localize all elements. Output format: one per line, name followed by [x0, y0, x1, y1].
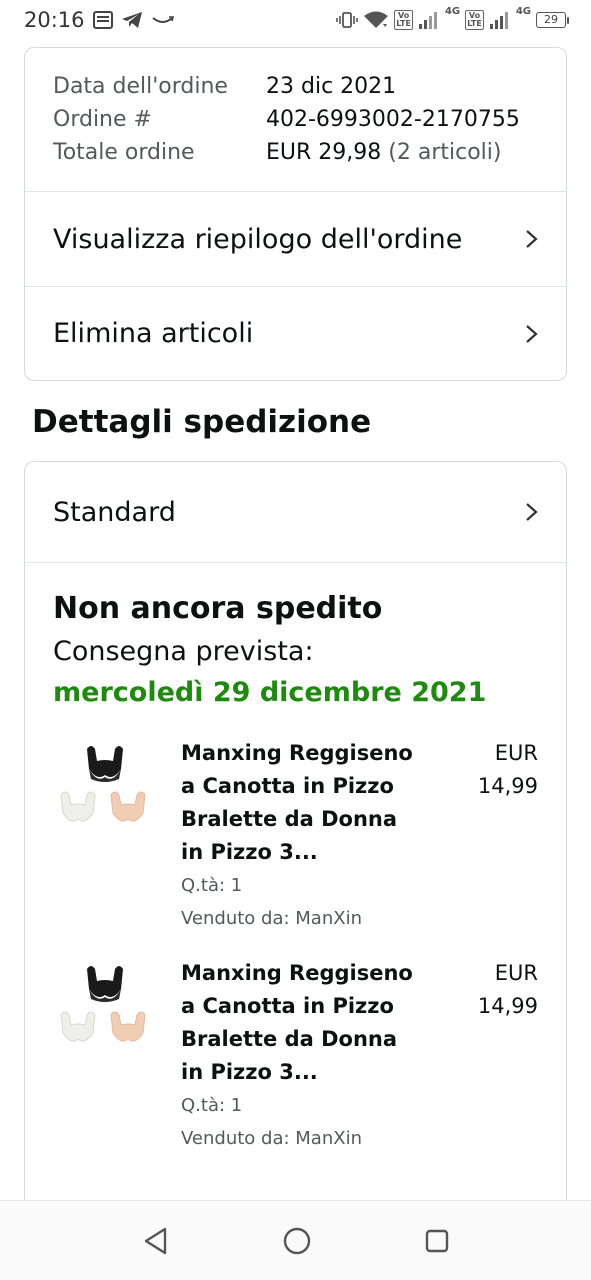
order-card: Data dell'ordine 23 dic 2021 Ordine # 40… — [24, 47, 567, 381]
order-total-row: Totale ordine EUR 29,98 (2 articoli) — [53, 136, 538, 169]
shipping-card: Standard Non ancora spedito Consegna pre… — [24, 461, 567, 1221]
wifi-icon — [364, 11, 389, 28]
4g-icon-2: 4G — [515, 6, 531, 17]
item-details: Manxing Reggiseno a Canotta in Pizzo Bra… — [181, 957, 421, 1155]
order-date-value: 23 dic 2021 — [266, 74, 397, 99]
order-total-label: Totale ordine — [53, 140, 195, 165]
volte-icon-2: Vo LTE — [465, 10, 484, 30]
item-title[interactable]: Manxing Reggiseno a Canotta in Pizzo Bra… — [181, 737, 421, 869]
item-title[interactable]: Manxing Reggiseno a Canotta in Pizzo Bra… — [181, 957, 421, 1089]
shipping-method-link[interactable]: Standard — [25, 462, 566, 563]
status-time: 20:16 — [24, 8, 85, 32]
shipping-details-title: Dettagli spedizione — [32, 404, 372, 440]
view-order-summary-link[interactable]: Visualizza riepilogo dell'ordine — [25, 192, 566, 286]
telegram-icon — [121, 12, 142, 28]
battery-icon: 29 — [536, 12, 569, 28]
vibrate-icon — [336, 12, 359, 28]
shipment-status-block: Non ancora spedito Consegna prevista: me… — [25, 563, 566, 1155]
amazon-smile-icon — [151, 16, 174, 23]
status-bar: 20:16 Vo LTE 4G Vo LTE 4G 29 — [0, 0, 591, 40]
signal-icon — [418, 12, 437, 29]
item-quantity: Q.tà: 1 — [181, 1095, 243, 1116]
delete-items-link[interactable]: Elimina articoli — [25, 286, 566, 380]
item-price-value: 14,99 — [477, 994, 538, 1018]
product-image[interactable] — [55, 959, 155, 1059]
order-item[interactable]: Manxing Reggiseno a Canotta in Pizzo Bra… — [53, 737, 538, 935]
status-bar-left: 20:16 — [24, 8, 175, 32]
order-total-value: EUR 29,98 (2 articoli) — [266, 136, 501, 169]
shipment-status: Non ancora spedito — [53, 591, 383, 626]
delete-items-label: Elimina articoli — [53, 318, 254, 349]
order-date-label: Data dell'ordine — [53, 74, 228, 99]
item-quantity: Q.tà: 1 — [181, 875, 243, 896]
item-price: EUR 14,99 — [458, 737, 538, 803]
order-date-row: Data dell'ordine 23 dic 2021 — [53, 70, 538, 103]
battery-level: 29 — [536, 12, 566, 28]
4g-icon: 4G — [444, 6, 461, 17]
volte-icon: Vo LTE — [394, 10, 413, 30]
order-number-label: Ordine # — [53, 107, 152, 132]
view-order-summary-label: Visualizza riepilogo dell'ordine — [53, 223, 463, 255]
signal-icon-2 — [489, 12, 508, 29]
recents-icon[interactable] — [424, 1228, 450, 1254]
item-price-value: 14,99 — [477, 774, 538, 798]
item-details: Manxing Reggiseno a Canotta in Pizzo Bra… — [181, 737, 421, 935]
order-info: Data dell'ordine 23 dic 2021 Ordine # 40… — [25, 48, 566, 192]
item-price: EUR 14,99 — [458, 957, 538, 1023]
order-number-row: Ordine # 402-6993002-2170755 — [53, 103, 538, 136]
shipping-method-label: Standard — [53, 496, 176, 528]
system-nav-bar — [0, 1200, 591, 1280]
delivery-label: Consegna prevista: — [53, 636, 314, 667]
product-image[interactable] — [55, 739, 155, 839]
item-price-currency: EUR — [494, 741, 538, 765]
item-price-currency: EUR — [494, 961, 538, 985]
delivery-date: mercoledì 29 dicembre 2021 — [53, 677, 487, 708]
message-icon — [92, 11, 113, 29]
order-total-amount: EUR 29,98 — [266, 140, 382, 165]
status-bar-right: Vo LTE 4G Vo LTE 4G 29 — [336, 6, 569, 30]
back-icon[interactable] — [142, 1226, 170, 1256]
item-seller: Venduto da: ManXin — [181, 1128, 362, 1149]
item-seller: Venduto da: ManXin — [181, 908, 362, 929]
order-number-value: 402-6993002-2170755 — [266, 107, 520, 132]
order-total-items: (2 articoli) — [388, 140, 502, 165]
chevron-right-icon — [526, 324, 538, 343]
order-item[interactable]: Manxing Reggiseno a Canotta in Pizzo Bra… — [53, 957, 538, 1155]
chevron-right-icon — [526, 230, 538, 248]
home-icon[interactable] — [282, 1226, 312, 1256]
chevron-right-icon — [526, 503, 538, 521]
